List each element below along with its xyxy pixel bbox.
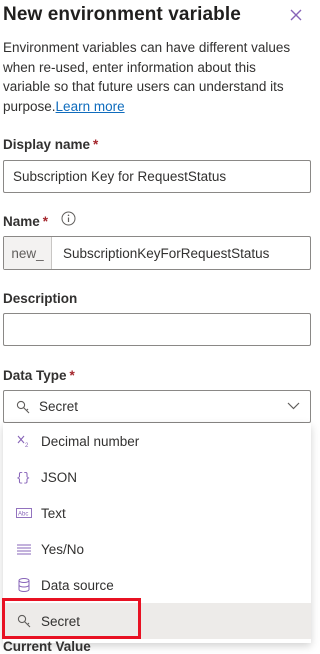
required-asterisk: * <box>93 137 99 152</box>
name-label-text: Name <box>3 214 40 229</box>
data-type-label-text: Data Type <box>3 368 67 383</box>
data-type-selected: Secret <box>39 399 79 414</box>
option-label: JSON <box>41 469 78 485</box>
name-value: SubscriptionKeyForRequestStatus <box>63 245 270 261</box>
required-asterisk: * <box>69 368 75 383</box>
name-prefix: new_ <box>4 237 52 269</box>
option-label: Data source <box>41 577 114 593</box>
svg-text:Abc: Abc <box>18 512 28 518</box>
key-icon <box>16 400 30 414</box>
highlight-box <box>2 598 141 639</box>
description-text: Environment variables can have different… <box>3 40 291 114</box>
list-icon <box>16 541 32 557</box>
name-label: Name * <box>3 214 48 229</box>
chevron-down-icon <box>287 402 300 410</box>
close-icon[interactable] <box>287 6 305 24</box>
option-label: Yes/No <box>41 541 85 557</box>
text-abc-icon: Abc <box>16 505 32 521</box>
display-name-label: Display name * <box>3 137 98 152</box>
data-type-dropdown[interactable]: Secret <box>3 390 311 423</box>
display-name-label-text: Display name <box>3 137 91 152</box>
option-decimal-number[interactable]: 2 Decimal number <box>3 423 311 459</box>
option-json[interactable]: {} JSON <box>3 459 311 495</box>
required-asterisk: * <box>42 214 49 229</box>
option-label: Text <box>41 505 66 521</box>
panel-title: New environment variable <box>3 4 241 25</box>
database-icon <box>16 577 32 593</box>
learn-more-link[interactable]: Learn more <box>56 99 125 114</box>
panel-description: Environment variables can have different… <box>3 38 305 116</box>
name-field[interactable]: new_ SubscriptionKeyForRequestStatus <box>3 236 311 270</box>
option-text[interactable]: Abc Text <box>3 495 311 531</box>
info-icon[interactable] <box>61 211 76 226</box>
decimal-number-icon: 2 <box>16 433 32 449</box>
option-label: Decimal number <box>41 433 140 449</box>
svg-text:2: 2 <box>25 443 29 448</box>
display-name-field[interactable]: Subscription Key for RequestStatus <box>3 160 311 193</box>
option-yes-no[interactable]: Yes/No <box>3 531 311 567</box>
braces-icon: {} <box>16 469 32 485</box>
svg-text:{}: {} <box>16 471 30 484</box>
display-name-value: Subscription Key for RequestStatus <box>13 169 227 184</box>
description-label: Description <box>3 291 78 306</box>
current-value-label: Current Value <box>3 639 91 654</box>
data-type-label: Data Type * <box>3 368 75 383</box>
description-field[interactable] <box>3 313 311 346</box>
